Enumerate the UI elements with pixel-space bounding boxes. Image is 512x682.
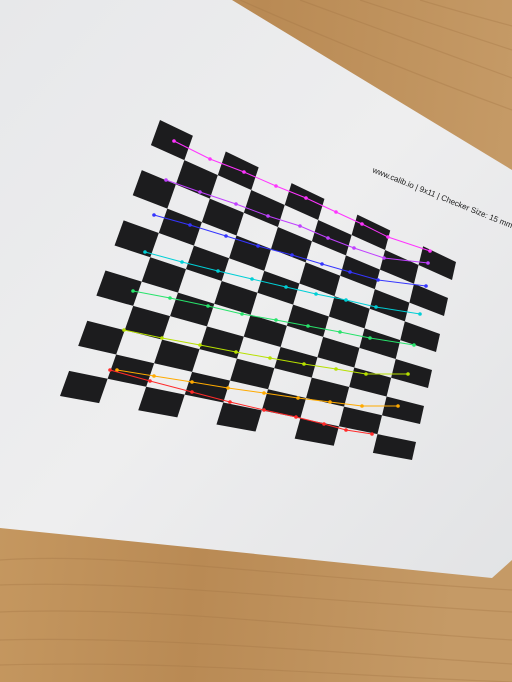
corner-point xyxy=(256,244,260,248)
photo-scene: www.calib.io | 9x11 | Checker Size: 15 m… xyxy=(0,0,512,682)
corner-point xyxy=(396,404,400,408)
corner-point xyxy=(322,422,326,426)
corner-point xyxy=(108,368,112,372)
corner-point xyxy=(426,261,430,265)
corner-point xyxy=(268,356,272,360)
corner-point xyxy=(226,386,230,390)
corner-point xyxy=(188,223,192,227)
corner-point xyxy=(180,260,184,264)
corner-point xyxy=(234,350,238,354)
corner-point xyxy=(376,278,380,282)
corner-point xyxy=(216,269,220,273)
corner-point xyxy=(242,170,246,174)
corner-point xyxy=(334,210,338,214)
corner-point xyxy=(250,277,254,281)
corner-point xyxy=(406,372,410,376)
corner-point xyxy=(294,415,298,419)
corner-point xyxy=(266,214,270,218)
corner-point xyxy=(306,324,310,328)
corner-point xyxy=(198,343,202,347)
corner-point xyxy=(284,285,288,289)
corner-point xyxy=(240,312,244,316)
corner-point xyxy=(344,428,348,432)
corner-point xyxy=(386,235,390,239)
corner-point xyxy=(131,289,135,293)
corner-point xyxy=(168,296,172,300)
corner-point xyxy=(172,139,176,143)
corner-point xyxy=(352,246,356,250)
corner-point xyxy=(428,249,432,253)
corner-point xyxy=(360,404,364,408)
corner-point xyxy=(304,196,308,200)
corner-point xyxy=(338,330,342,334)
corner-point xyxy=(334,367,338,371)
corner-point xyxy=(364,372,368,376)
corner-point xyxy=(206,304,210,308)
corner-point xyxy=(290,253,294,257)
corner-point xyxy=(314,292,318,296)
corner-point xyxy=(234,202,238,206)
corner-point xyxy=(274,318,278,322)
corner-point xyxy=(152,213,156,217)
corner-point xyxy=(160,336,164,340)
corner-point xyxy=(296,396,300,400)
corner-point xyxy=(348,270,352,274)
corner-point xyxy=(164,178,168,182)
corner-point xyxy=(190,390,194,394)
corner-point xyxy=(208,157,212,161)
corner-point xyxy=(418,312,422,316)
corner-point xyxy=(152,374,156,378)
corner-point xyxy=(328,400,332,404)
corner-point xyxy=(370,432,374,436)
corner-point xyxy=(298,224,302,228)
corner-point xyxy=(344,298,348,302)
corner-point xyxy=(224,234,228,238)
corner-point xyxy=(143,250,147,254)
corner-point xyxy=(148,379,152,383)
corner-point xyxy=(424,284,428,288)
corner-point xyxy=(198,190,202,194)
corner-point xyxy=(320,262,324,266)
corner-point xyxy=(382,256,386,260)
corner-point xyxy=(228,400,232,404)
corner-point xyxy=(412,343,416,347)
corner-point xyxy=(302,362,306,366)
corner-point xyxy=(262,391,266,395)
corner-point xyxy=(262,408,266,412)
corner-point xyxy=(374,305,378,309)
corner-point xyxy=(326,236,330,240)
corner-point xyxy=(190,380,194,384)
corner-point xyxy=(368,336,372,340)
corner-point xyxy=(122,328,126,332)
corner-point xyxy=(274,184,278,188)
corner-point xyxy=(360,222,364,226)
